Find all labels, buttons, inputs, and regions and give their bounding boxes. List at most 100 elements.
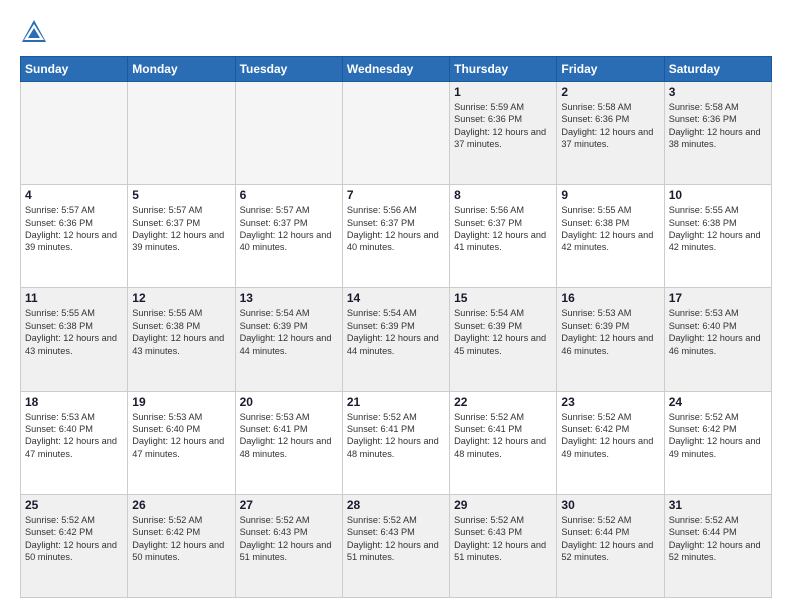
day-number: 19	[132, 395, 230, 409]
day-details: Sunrise: 5:53 AMSunset: 6:40 PMDaylight:…	[25, 411, 123, 461]
day-number: 28	[347, 498, 445, 512]
day-cell: 9 Sunrise: 5:55 AMSunset: 6:38 PMDaylight…	[557, 185, 664, 288]
day-details: Sunrise: 5:54 AMSunset: 6:39 PMDaylight:…	[347, 307, 445, 357]
day-cell	[235, 82, 342, 185]
header	[20, 18, 772, 46]
day-details: Sunrise: 5:52 AMSunset: 6:41 PMDaylight:…	[454, 411, 552, 461]
day-number: 5	[132, 188, 230, 202]
day-number: 12	[132, 291, 230, 305]
day-details: Sunrise: 5:52 AMSunset: 6:42 PMDaylight:…	[25, 514, 123, 564]
day-cell	[128, 82, 235, 185]
day-number: 15	[454, 291, 552, 305]
day-number: 29	[454, 498, 552, 512]
day-details: Sunrise: 5:55 AMSunset: 6:38 PMDaylight:…	[132, 307, 230, 357]
day-cell	[21, 82, 128, 185]
column-header-sunday: Sunday	[21, 57, 128, 82]
column-header-saturday: Saturday	[664, 57, 771, 82]
day-details: Sunrise: 5:54 AMSunset: 6:39 PMDaylight:…	[240, 307, 338, 357]
day-details: Sunrise: 5:58 AMSunset: 6:36 PMDaylight:…	[561, 101, 659, 151]
day-details: Sunrise: 5:53 AMSunset: 6:40 PMDaylight:…	[132, 411, 230, 461]
day-cell: 3 Sunrise: 5:58 AMSunset: 6:36 PMDaylight…	[664, 82, 771, 185]
day-cell: 22 Sunrise: 5:52 AMSunset: 6:41 PMDayligh…	[450, 391, 557, 494]
day-details: Sunrise: 5:55 AMSunset: 6:38 PMDaylight:…	[669, 204, 767, 254]
day-cell: 6 Sunrise: 5:57 AMSunset: 6:37 PMDaylight…	[235, 185, 342, 288]
day-cell: 15 Sunrise: 5:54 AMSunset: 6:39 PMDayligh…	[450, 288, 557, 391]
day-details: Sunrise: 5:53 AMSunset: 6:41 PMDaylight:…	[240, 411, 338, 461]
day-cell: 11 Sunrise: 5:55 AMSunset: 6:38 PMDayligh…	[21, 288, 128, 391]
day-number: 8	[454, 188, 552, 202]
day-number: 17	[669, 291, 767, 305]
day-cell: 26 Sunrise: 5:52 AMSunset: 6:42 PMDayligh…	[128, 494, 235, 597]
day-details: Sunrise: 5:56 AMSunset: 6:37 PMDaylight:…	[454, 204, 552, 254]
day-cell: 24 Sunrise: 5:52 AMSunset: 6:42 PMDayligh…	[664, 391, 771, 494]
day-number: 9	[561, 188, 659, 202]
column-header-friday: Friday	[557, 57, 664, 82]
day-number: 20	[240, 395, 338, 409]
day-number: 4	[25, 188, 123, 202]
day-number: 1	[454, 85, 552, 99]
day-cell: 14 Sunrise: 5:54 AMSunset: 6:39 PMDayligh…	[342, 288, 449, 391]
day-details: Sunrise: 5:52 AMSunset: 6:44 PMDaylight:…	[561, 514, 659, 564]
day-cell: 1 Sunrise: 5:59 AMSunset: 6:36 PMDaylight…	[450, 82, 557, 185]
day-cell: 8 Sunrise: 5:56 AMSunset: 6:37 PMDaylight…	[450, 185, 557, 288]
day-cell: 10Sunrise: 5:55 AMSunset: 6:38 PMDayligh…	[664, 185, 771, 288]
week-row-5: 25 Sunrise: 5:52 AMSunset: 6:42 PMDayligh…	[21, 494, 772, 597]
day-details: Sunrise: 5:52 AMSunset: 6:42 PMDaylight:…	[561, 411, 659, 461]
day-details: Sunrise: 5:52 AMSunset: 6:43 PMDaylight:…	[240, 514, 338, 564]
day-number: 16	[561, 291, 659, 305]
day-details: Sunrise: 5:54 AMSunset: 6:39 PMDaylight:…	[454, 307, 552, 357]
week-row-2: 4 Sunrise: 5:57 AMSunset: 6:36 PMDaylight…	[21, 185, 772, 288]
day-cell: 12 Sunrise: 5:55 AMSunset: 6:38 PMDayligh…	[128, 288, 235, 391]
day-number: 30	[561, 498, 659, 512]
day-number: 21	[347, 395, 445, 409]
day-details: Sunrise: 5:57 AMSunset: 6:37 PMDaylight:…	[132, 204, 230, 254]
day-details: Sunrise: 5:59 AMSunset: 6:36 PMDaylight:…	[454, 101, 552, 151]
day-details: Sunrise: 5:55 AMSunset: 6:38 PMDaylight:…	[25, 307, 123, 357]
day-cell: 23 Sunrise: 5:52 AMSunset: 6:42 PMDayligh…	[557, 391, 664, 494]
day-cell: 21 Sunrise: 5:52 AMSunset: 6:41 PMDayligh…	[342, 391, 449, 494]
day-details: Sunrise: 5:53 AMSunset: 6:39 PMDaylight:…	[561, 307, 659, 357]
week-row-4: 18 Sunrise: 5:53 AMSunset: 6:40 PMDayligh…	[21, 391, 772, 494]
logo	[20, 18, 52, 46]
day-cell: 18 Sunrise: 5:53 AMSunset: 6:40 PMDayligh…	[21, 391, 128, 494]
day-cell: 13 Sunrise: 5:54 AMSunset: 6:39 PMDayligh…	[235, 288, 342, 391]
day-details: Sunrise: 5:52 AMSunset: 6:41 PMDaylight:…	[347, 411, 445, 461]
logo-icon	[20, 18, 48, 46]
day-number: 25	[25, 498, 123, 512]
day-number: 26	[132, 498, 230, 512]
day-details: Sunrise: 5:53 AMSunset: 6:40 PMDaylight:…	[669, 307, 767, 357]
column-header-tuesday: Tuesday	[235, 57, 342, 82]
day-details: Sunrise: 5:55 AMSunset: 6:38 PMDaylight:…	[561, 204, 659, 254]
day-number: 31	[669, 498, 767, 512]
day-number: 11	[25, 291, 123, 305]
day-number: 22	[454, 395, 552, 409]
day-number: 7	[347, 188, 445, 202]
day-details: Sunrise: 5:52 AMSunset: 6:43 PMDaylight:…	[454, 514, 552, 564]
day-cell: 31 Sunrise: 5:52 AMSunset: 6:44 PMDayligh…	[664, 494, 771, 597]
day-cell: 25 Sunrise: 5:52 AMSunset: 6:42 PMDayligh…	[21, 494, 128, 597]
day-cell: 30 Sunrise: 5:52 AMSunset: 6:44 PMDayligh…	[557, 494, 664, 597]
header-row: SundayMondayTuesdayWednesdayThursdayFrid…	[21, 57, 772, 82]
day-number: 13	[240, 291, 338, 305]
day-details: Sunrise: 5:52 AMSunset: 6:42 PMDaylight:…	[669, 411, 767, 461]
day-cell: 20 Sunrise: 5:53 AMSunset: 6:41 PMDayligh…	[235, 391, 342, 494]
day-cell: 29 Sunrise: 5:52 AMSunset: 6:43 PMDayligh…	[450, 494, 557, 597]
day-number: 18	[25, 395, 123, 409]
day-number: 24	[669, 395, 767, 409]
column-header-thursday: Thursday	[450, 57, 557, 82]
day-number: 3	[669, 85, 767, 99]
day-cell	[342, 82, 449, 185]
day-details: Sunrise: 5:56 AMSunset: 6:37 PMDaylight:…	[347, 204, 445, 254]
day-details: Sunrise: 5:52 AMSunset: 6:44 PMDaylight:…	[669, 514, 767, 564]
week-row-3: 11 Sunrise: 5:55 AMSunset: 6:38 PMDayligh…	[21, 288, 772, 391]
day-number: 23	[561, 395, 659, 409]
day-number: 27	[240, 498, 338, 512]
day-number: 6	[240, 188, 338, 202]
day-details: Sunrise: 5:57 AMSunset: 6:37 PMDaylight:…	[240, 204, 338, 254]
day-cell: 5 Sunrise: 5:57 AMSunset: 6:37 PMDaylight…	[128, 185, 235, 288]
day-details: Sunrise: 5:58 AMSunset: 6:36 PMDaylight:…	[669, 101, 767, 151]
day-details: Sunrise: 5:52 AMSunset: 6:42 PMDaylight:…	[132, 514, 230, 564]
day-number: 14	[347, 291, 445, 305]
day-details: Sunrise: 5:52 AMSunset: 6:43 PMDaylight:…	[347, 514, 445, 564]
day-details: Sunrise: 5:57 AMSunset: 6:36 PMDaylight:…	[25, 204, 123, 254]
